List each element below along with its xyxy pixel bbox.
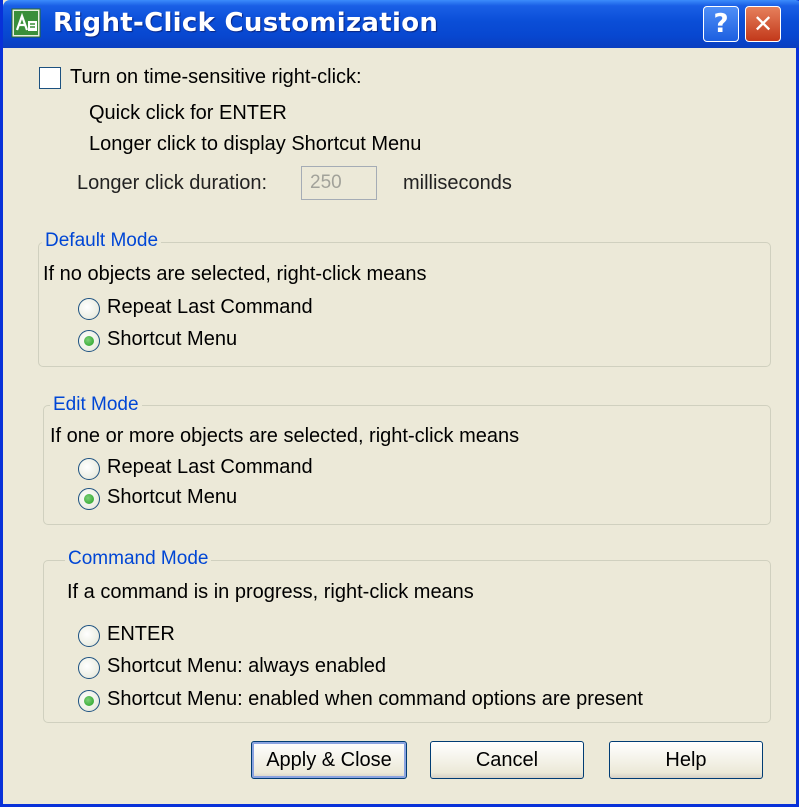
default-mode-prompt: If no objects are selected, right-click … <box>43 263 427 285</box>
duration-unit-label: milliseconds <box>403 172 512 194</box>
time-sensitive-label[interactable]: Turn on time-sensitive right-click: <box>70 66 362 89</box>
close-icon: ✕ <box>752 10 774 38</box>
default-repeat-label[interactable]: Repeat Last Command <box>107 296 313 319</box>
apply-close-button[interactable]: Apply & Close <box>251 741 407 779</box>
duration-label: Longer click duration: <box>77 172 268 194</box>
default-mode-legend: Default Mode <box>42 230 162 252</box>
edit-shortcut-radio[interactable] <box>78 488 100 510</box>
default-repeat-radio[interactable] <box>78 298 100 320</box>
longer-click-text: Longer click to display Shortcut Menu <box>89 133 422 155</box>
command-shortcut-always-radio[interactable] <box>78 657 100 679</box>
command-enter-radio[interactable] <box>78 625 100 647</box>
title-bar[interactable]: Right-Click Customization ? ✕ <box>3 0 799 48</box>
cancel-button[interactable]: Cancel <box>430 741 584 779</box>
edit-shortcut-label[interactable]: Shortcut Menu <box>107 486 237 509</box>
duration-input[interactable]: 250 <box>301 166 377 200</box>
edit-mode-legend: Edit Mode <box>50 394 142 416</box>
help-title-button[interactable]: ? <box>703 6 739 42</box>
edit-repeat-radio[interactable] <box>78 458 100 480</box>
command-enter-label[interactable]: ENTER <box>107 623 175 646</box>
command-mode-prompt: If a command is in progress, right-click… <box>67 581 474 603</box>
help-button[interactable]: Help <box>609 741 763 779</box>
edit-mode-prompt: If one or more objects are selected, rig… <box>50 425 520 447</box>
quick-click-text: Quick click for ENTER <box>89 102 287 124</box>
default-shortcut-label[interactable]: Shortcut Menu <box>107 328 237 351</box>
close-button[interactable]: ✕ <box>745 6 781 42</box>
command-shortcut-always-label[interactable]: Shortcut Menu: always enabled <box>107 655 386 678</box>
question-icon: ? <box>713 9 729 39</box>
window-title: Right-Click Customization <box>53 8 439 38</box>
time-sensitive-checkbox[interactable] <box>39 67 61 89</box>
command-mode-legend: Command Mode <box>65 548 212 570</box>
edit-repeat-label[interactable]: Repeat Last Command <box>107 456 313 479</box>
dialog-window: Right-Click Customization ? ✕ Turn on ti… <box>0 0 799 807</box>
command-shortcut-options-label[interactable]: Shortcut Menu: enabled when command opti… <box>107 688 643 711</box>
default-shortcut-radio[interactable] <box>78 330 100 352</box>
app-icon <box>11 8 41 38</box>
command-shortcut-options-radio[interactable] <box>78 690 100 712</box>
